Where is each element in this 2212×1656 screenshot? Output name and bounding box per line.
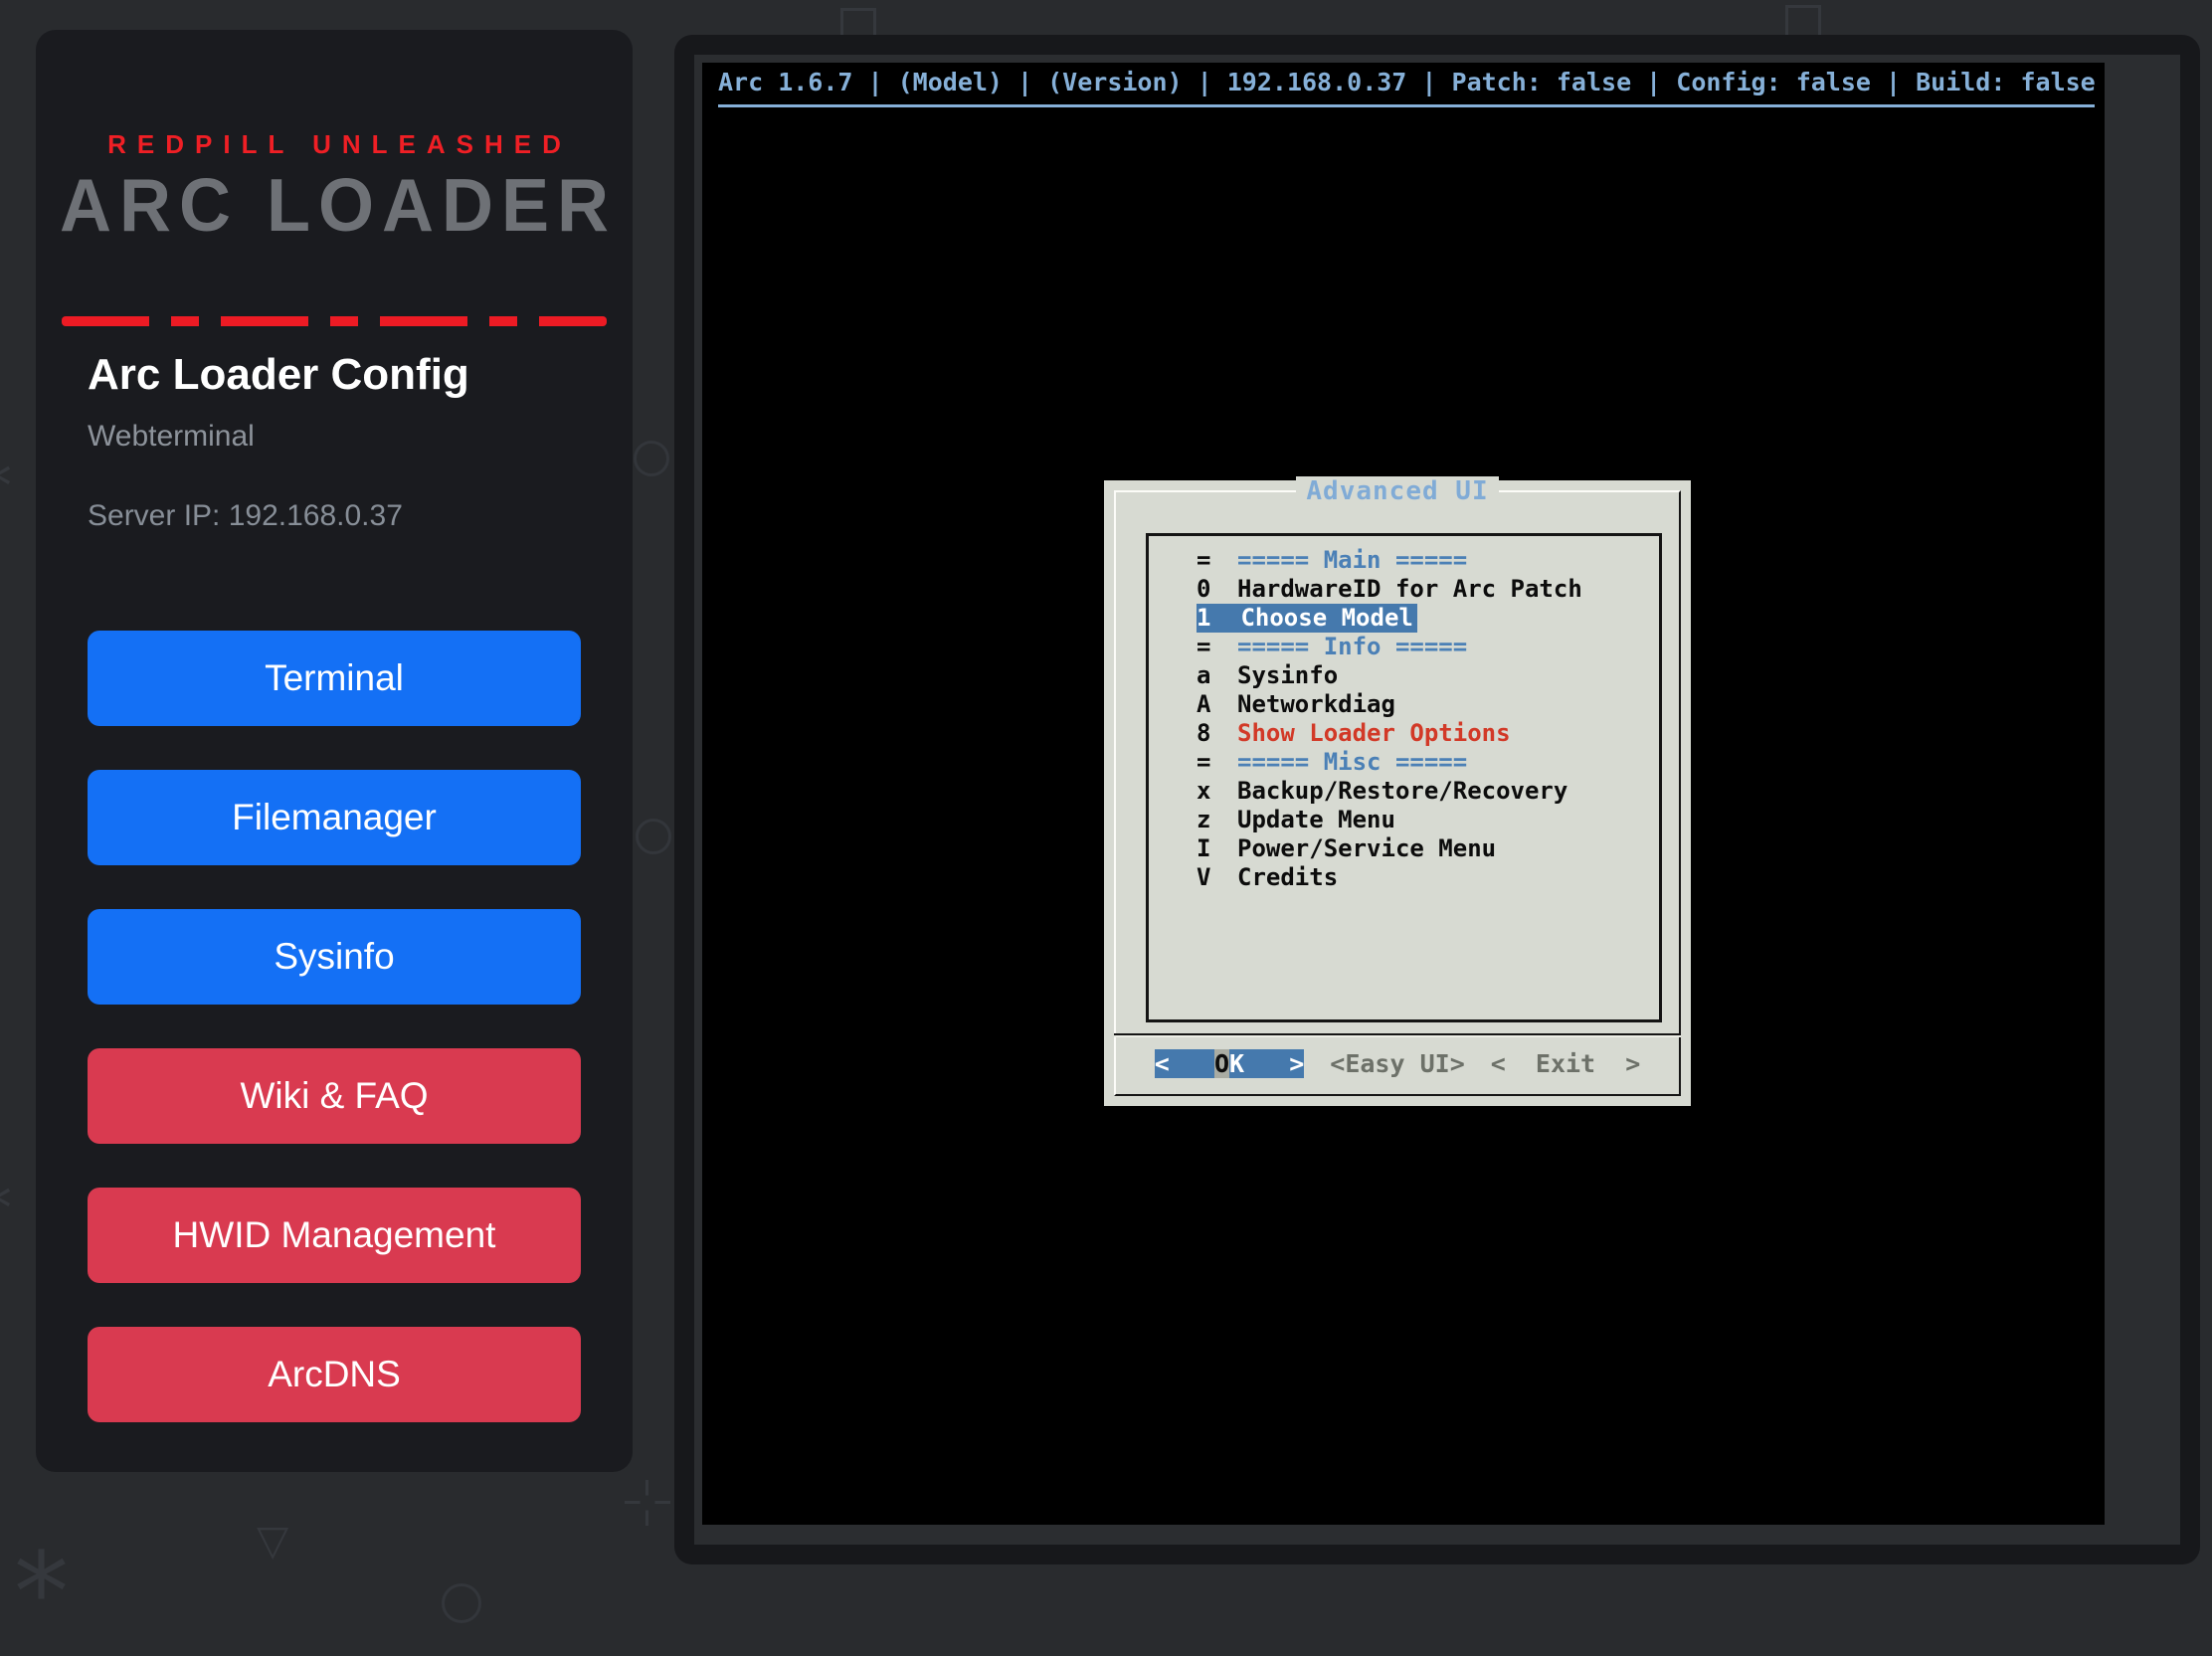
- menu-item-credits[interactable]: VCredits: [1149, 863, 1659, 892]
- dialog-button-row: < OK > <Easy UI> < Exit >: [1104, 1049, 1691, 1078]
- menu-item-update-menu[interactable]: zUpdate Menu: [1149, 806, 1659, 834]
- advanced-ui-dialog: Advanced UI ====== Main ===== 0HardwareI…: [1104, 480, 1691, 1106]
- spark-decoration-icon: *: [0, 1178, 12, 1241]
- arcdns-button[interactable]: ArcDNS: [88, 1327, 581, 1422]
- brand-logo: ARC LOADER: [36, 163, 633, 248]
- crosshair-decoration-icon: [625, 1480, 670, 1526]
- terminal-screen[interactable]: Arc 1.6.7 | (Model) | (Version) | 192.16…: [702, 63, 2105, 1525]
- menu-item-backup-restore[interactable]: xBackup/Restore/Recovery: [1149, 777, 1659, 806]
- menu-separator-main: ====== Main =====: [1149, 546, 1659, 575]
- easy-ui-button[interactable]: <Easy UI>: [1330, 1049, 1464, 1078]
- arc-loader-page: { "sidebar": { "brand_top": "REDPILL UNL…: [0, 0, 2212, 1595]
- triangle-decoration-icon: ▽: [257, 1520, 288, 1562]
- terminal-button[interactable]: Terminal: [88, 631, 581, 726]
- hwid-management-button[interactable]: HWID Management: [88, 1188, 581, 1283]
- circle-decoration-icon: [442, 1583, 481, 1623]
- dialog-title: Advanced UI: [1104, 476, 1691, 506]
- circle-decoration-icon: [636, 819, 671, 854]
- star-decoration-icon: *: [14, 1538, 69, 1647]
- sysinfo-button[interactable]: Sysinfo: [88, 909, 581, 1005]
- brand-tagline: REDPILL UNLEASHED: [36, 129, 633, 160]
- menu-item-sysinfo[interactable]: aSysinfo: [1149, 661, 1659, 690]
- server-ip-label: Server IP: 192.168.0.37: [88, 499, 403, 533]
- filemanager-button[interactable]: Filemanager: [88, 770, 581, 865]
- menu-item-power-service[interactable]: IPower/Service Menu: [1149, 834, 1659, 863]
- terminal-status-bar: Arc 1.6.7 | (Model) | (Version) | 192.16…: [702, 63, 2105, 98]
- menu-item-networkdiag[interactable]: ANetworkdiag: [1149, 690, 1659, 719]
- dialog-button-divider: [1114, 1033, 1681, 1035]
- menu-separator-info: ====== Info =====: [1149, 633, 1659, 661]
- menu-item-show-loader-options[interactable]: 8Show Loader Options: [1149, 719, 1659, 748]
- spark-decoration-icon: *: [0, 456, 12, 519]
- menu-separator-misc: ====== Misc =====: [1149, 748, 1659, 777]
- menu-item-hardwareid[interactable]: 0HardwareID for Arc Patch: [1149, 575, 1659, 604]
- dialog-menu: ====== Main ===== 0HardwareID for Arc Pa…: [1146, 533, 1662, 1022]
- exit-button[interactable]: < Exit >: [1491, 1049, 1641, 1078]
- page-title: Arc Loader Config: [88, 350, 469, 400]
- sidebar: REDPILL UNLEASHED ARC LOADER Arc Loader …: [36, 30, 633, 1472]
- circle-decoration-icon: [634, 441, 669, 476]
- ok-button[interactable]: < OK >: [1155, 1049, 1305, 1078]
- terminal-panel: Arc 1.6.7 | (Model) | (Version) | 192.16…: [694, 55, 2180, 1545]
- page-subtitle: Webterminal: [88, 420, 255, 454]
- brand-dashed-divider: [62, 316, 607, 326]
- menu-item-choose-model-selected[interactable]: 1Choose Model: [1149, 604, 1659, 633]
- status-bar-divider: [718, 104, 2095, 107]
- sidebar-button-group: Terminal Filemanager Sysinfo Wiki & FAQ …: [88, 631, 581, 1422]
- terminal-window: Arc 1.6.7 | (Model) | (Version) | 192.16…: [674, 35, 2200, 1564]
- wiki-faq-button[interactable]: Wiki & FAQ: [88, 1048, 581, 1144]
